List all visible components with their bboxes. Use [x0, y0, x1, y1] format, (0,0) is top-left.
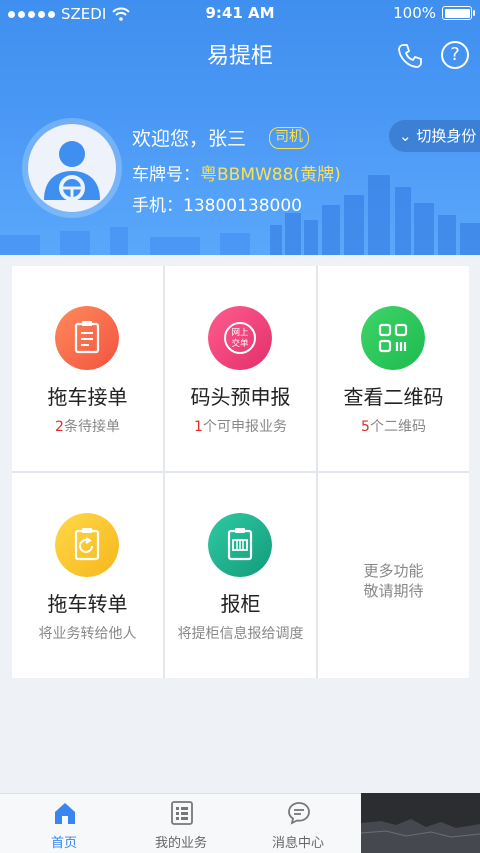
- driver-avatar: [28, 124, 116, 212]
- bottom-tab-bar: 首页 我的业务 消息中心: [0, 793, 361, 853]
- container-report-icon: [208, 513, 272, 577]
- battery-percentage: 100%: [393, 4, 436, 22]
- tab-label: 我的业务: [154, 836, 207, 851]
- transfer-icon: [55, 513, 119, 577]
- chevron-down-icon: ⌄: [399, 127, 412, 145]
- feature-title: 拖车转单: [47, 592, 128, 616]
- more-coming-text: 更多功能 敬请期待: [318, 561, 469, 601]
- status-bar: SZEDI 9:41 AM 100%: [0, 0, 480, 28]
- message-icon: [288, 802, 310, 825]
- svg-text:交单: 交单: [231, 338, 249, 349]
- business-icon: [171, 801, 193, 825]
- home-icon: [55, 803, 75, 824]
- feature-subtitle: 1个可申报业务: [165, 416, 316, 436]
- feature-view-qrcode[interactable]: 查看二维码 5个二维码: [318, 266, 469, 471]
- feature-subtitle: 将提柜信息报给调度: [177, 626, 304, 642]
- more-line-1: 更多功能: [363, 562, 424, 580]
- feature-title: 拖车接单: [47, 385, 128, 409]
- feature-tow-transfer[interactable]: 拖车转单 将业务转给他人: [12, 473, 163, 678]
- feature-grid: 拖车接单 2条待接单 网上 交单 码头预申报 1个可申报业务 查看二维码 5个二…: [12, 266, 469, 678]
- more-line-2: 敬请期待: [363, 582, 424, 600]
- qr-code-icon: [361, 306, 425, 370]
- header: SZEDI 9:41 AM 100% 易提柜 ? 欢迎您，张三 司机 ⌄ 切换身…: [0, 0, 480, 255]
- feature-subtitle-text: 条待接单: [63, 419, 120, 435]
- phone-label: 手机：: [132, 196, 183, 216]
- plate-row: 车牌号：粤BBMW88(黄牌): [132, 160, 341, 185]
- clipboard-icon: [55, 306, 119, 370]
- tab-my-business[interactable]: 我的业务: [121, 794, 241, 853]
- corner-thumbnail: [360, 793, 480, 853]
- driver-icon: [44, 141, 100, 201]
- tab-message-center[interactable]: 消息中心: [238, 794, 358, 853]
- phone-icon[interactable]: [396, 42, 424, 70]
- thumbnail-image: [360, 793, 480, 853]
- tab-label: 首页: [50, 836, 77, 851]
- switch-identity-label: 切换身份: [416, 127, 477, 145]
- tab-label: 消息中心: [271, 836, 324, 851]
- feature-count: 1: [194, 419, 203, 435]
- switch-identity-button[interactable]: ⌄ 切换身份: [389, 120, 480, 152]
- feature-title: 查看二维码: [343, 385, 444, 409]
- feature-terminal-predeclare[interactable]: 网上 交单 码头预申报 1个可申报业务: [165, 266, 316, 471]
- svg-text:网上: 网上: [231, 328, 249, 338]
- feature-subtitle-text: 个二维码: [369, 419, 426, 435]
- plate-label: 车牌号：: [132, 165, 200, 185]
- feature-title: 码头预申报: [190, 385, 291, 409]
- welcome-text: 欢迎您，张三: [132, 128, 247, 150]
- battery-icon: [442, 6, 475, 20]
- feature-subtitle: 5个二维码: [318, 416, 469, 436]
- feature-subtitle: 2条待接单: [12, 416, 163, 436]
- online-order-icon: 网上 交单: [208, 306, 272, 370]
- feature-report-container[interactable]: 报柜 将提柜信息报给调度: [165, 473, 316, 678]
- phone-row: 手机：13800138000: [132, 191, 302, 216]
- plate-value: 粤BBMW88(黄牌): [200, 165, 341, 185]
- feature-more-coming: 更多功能 敬请期待: [318, 473, 469, 678]
- feature-count: 5: [361, 419, 370, 435]
- phone-value: 13800138000: [183, 196, 302, 216]
- feature-subtitle: 将业务转给他人: [38, 626, 137, 642]
- help-icon[interactable]: ?: [441, 41, 469, 69]
- tab-home[interactable]: 首页: [4, 794, 124, 853]
- role-badge: 司机: [269, 127, 309, 149]
- feature-count: 2: [55, 419, 64, 435]
- feature-tow-accept[interactable]: 拖车接单 2条待接单: [12, 266, 163, 471]
- feature-subtitle-text: 个可申报业务: [202, 419, 287, 435]
- feature-title: 报柜: [220, 592, 261, 616]
